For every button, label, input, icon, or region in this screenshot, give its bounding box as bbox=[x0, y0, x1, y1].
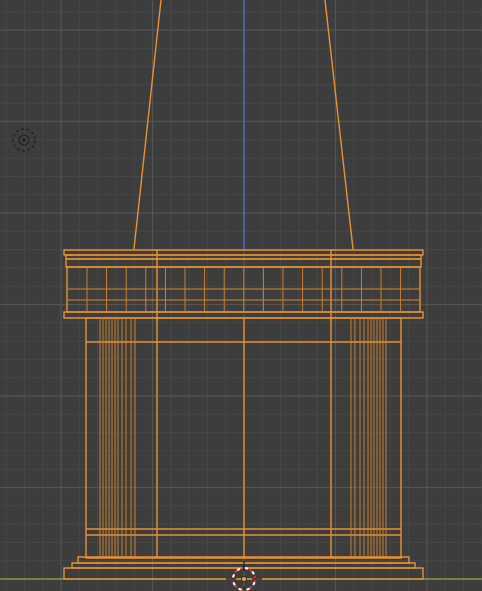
object-origin-icon[interactable] bbox=[241, 576, 247, 582]
3d-viewport[interactable] bbox=[0, 0, 482, 591]
left-pilaster-flutes bbox=[99, 318, 136, 557]
viewport-canvas[interactable] bbox=[0, 0, 482, 591]
viewport-grid-minor bbox=[0, 0, 482, 591]
cornice-grid-wire bbox=[67, 267, 420, 312]
right-pilaster-flutes bbox=[350, 318, 387, 557]
viewport-grid-major bbox=[0, 0, 482, 591]
